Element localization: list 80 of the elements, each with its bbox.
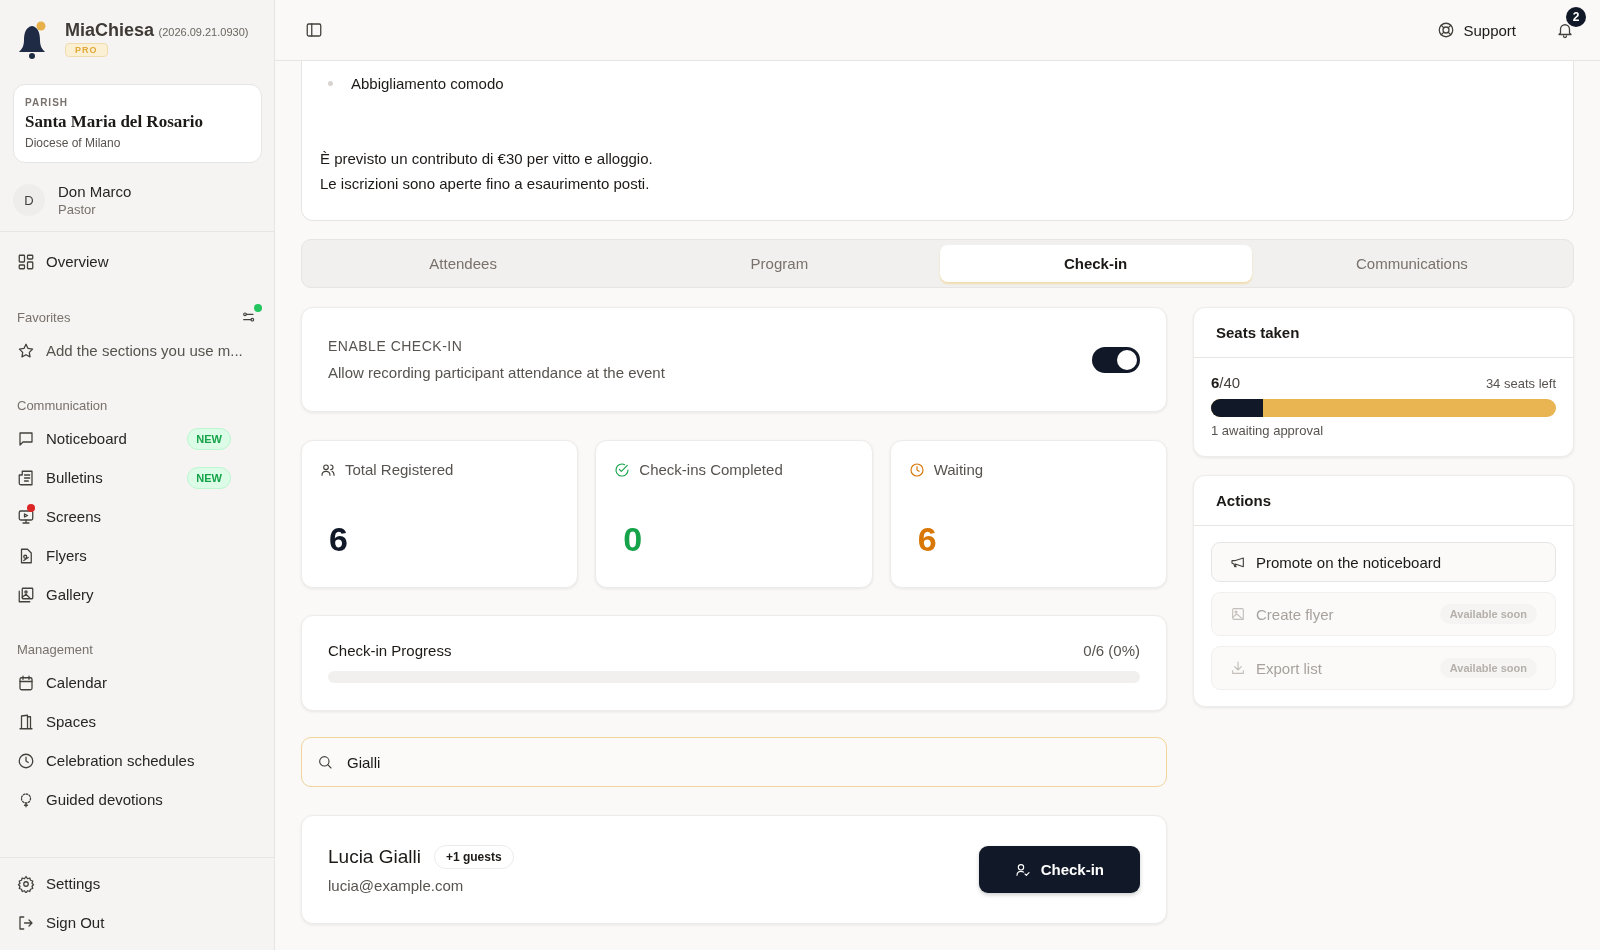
tab[interactable]: Program [623,245,936,282]
megaphone-icon [1230,554,1246,570]
plan-badge: PRO [65,43,108,57]
seats-left: 34 seats left [1485,376,1556,391]
gallery-icon [17,585,35,604]
nav-item[interactable]: Overview [0,242,274,281]
setting-description: Allow recording participant attendance at the event [328,364,665,381]
diocese-name: Diocese of Milano [25,136,122,150]
star-icon [17,341,35,360]
favorites-hint[interactable]: Add the sections you use m... [0,331,274,370]
stat-value: 6 [916,520,938,560]
new-badge: NEW [187,427,231,450]
parish-card[interactable]: PARISH Santa Maria del Rosario Diocese of Milano [13,84,262,163]
new-badge: NEW [187,466,231,489]
action-button[interactable]: Promote on the noticeboard [1211,542,1556,582]
download-icon [1230,660,1246,676]
approval-note: 1 awaiting approval [1211,423,1325,438]
search-icon [317,754,333,770]
nav-item[interactable]: Gallery [0,575,274,614]
stat-label: Total Registered [345,461,454,478]
seats-count: 6/40 [1211,374,1241,391]
settings-icon [17,874,35,893]
sidebar-toggle-icon[interactable] [305,21,323,39]
check-circle-icon [614,461,631,478]
tab[interactable]: Check-in [939,245,1252,282]
progress-title: Check-in Progress [328,642,452,659]
user-role: Pastor [58,202,97,217]
card-title: Seats taken [1216,324,1300,341]
nav-item[interactable]: Calendar [0,663,274,702]
list-item: Abbigliamento comodo [351,75,504,92]
support-button[interactable]: Support [1433,17,1520,43]
nav-item[interactable]: Celebration schedules [0,741,274,780]
section-title: Favorites [17,309,71,325]
attendee-name: Lucia Gialli [328,846,421,868]
calendar-icon [17,673,35,692]
clock-icon [908,461,925,478]
card-title: Actions [1216,492,1271,509]
lifebuoy-icon [1437,21,1456,39]
stat-value: 6 [328,520,349,560]
setting-title: ENABLE CHECK-IN [328,338,464,354]
nav-item[interactable]: Noticeboard NEW [0,419,274,458]
attendee-email: lucia@example.com [328,877,465,894]
description-text: Le iscrizioni sono aperte fino a esaurimento posti. [320,175,651,192]
nav-item[interactable]: Screens [0,497,274,536]
nav-item[interactable]: Sign Out [0,903,274,942]
notification-count: 2 [1566,7,1586,27]
user-name: Don Marco [58,183,132,200]
sign-out-icon [17,913,35,932]
chat-bubble-icon [17,429,35,448]
app-name: MiaChiesa [65,20,155,40]
tab[interactable]: Communications [1255,245,1568,282]
user-avatar: D [13,184,45,216]
nav-item[interactable]: Spaces [0,702,274,741]
stat-value: 0 [622,520,644,560]
image-icon [1230,606,1246,622]
user-check-icon [1014,861,1031,878]
people-icon [320,461,336,478]
section-title: Management [17,642,93,657]
tab[interactable]: Attendees [307,245,620,282]
clock-icon [17,751,35,770]
monitor-icon [17,507,35,526]
description-text: È previsto un contributo di €30 per vitto e alloggio. [320,150,654,167]
parish-name: Santa Maria del Rosario [25,112,205,132]
nav-item[interactable]: Settings [0,864,274,903]
progress-reading: 0/6 (0%) [1083,642,1140,659]
nav-item[interactable]: Bulletins NEW [0,458,274,497]
door-icon [17,712,35,731]
section-title: Communication [17,398,108,413]
toggle-switch[interactable] [1092,346,1140,373]
newspaper-icon [17,468,35,487]
nav-item[interactable]: Flyers [0,536,274,575]
check-in-button[interactable]: Check-in [978,846,1140,893]
notifications-icon[interactable] [1556,21,1574,39]
stat-label: Waiting [933,461,984,478]
stat-label: Check-ins Completed [639,461,783,478]
grid-icon [17,252,35,271]
search-field[interactable]: Gialli [301,737,1167,787]
nav-item[interactable]: Guided devotions [0,780,274,819]
parish-label: PARISH [25,97,70,108]
app-version: (2026.09.21.0930) [158,26,249,38]
